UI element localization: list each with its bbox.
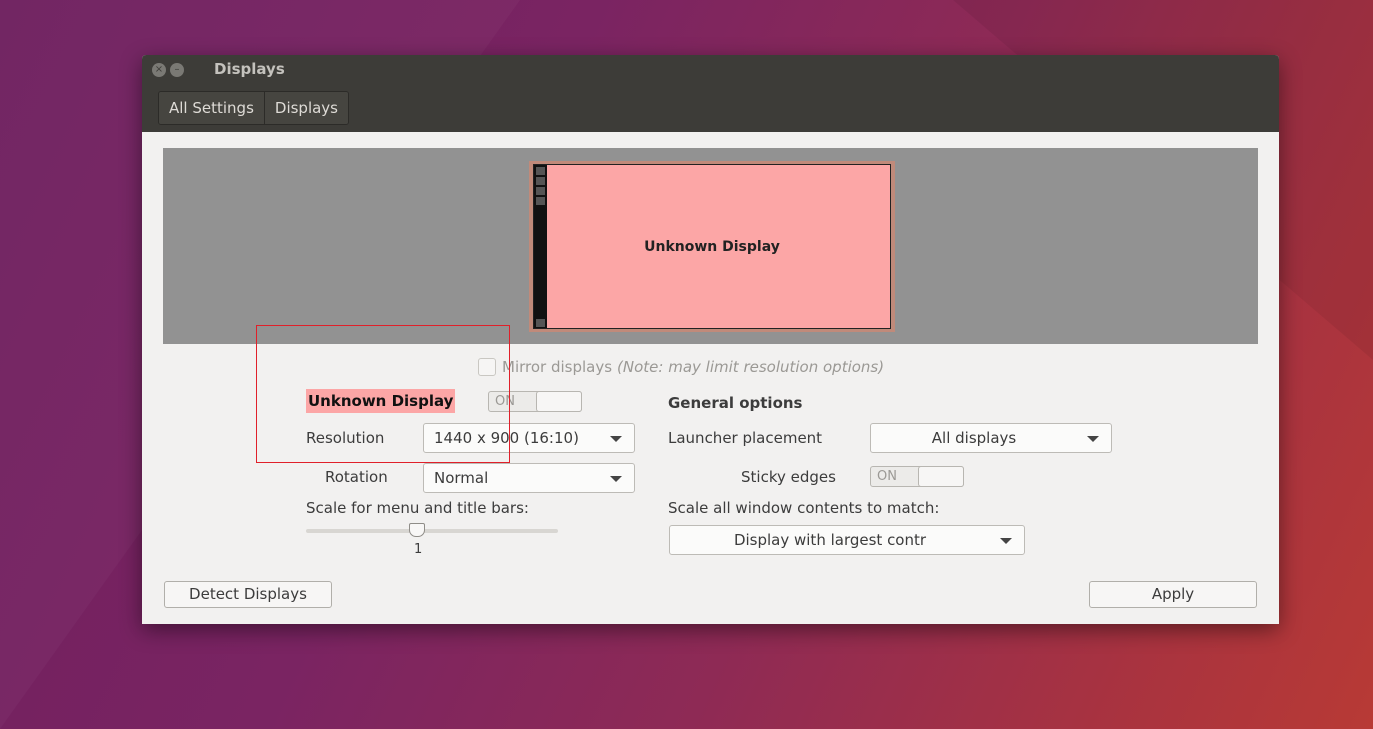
launcher-placement-value: All displays xyxy=(931,429,1017,447)
sticky-edges-toggle[interactable]: ON xyxy=(870,466,964,487)
monitor-screen: Unknown Display xyxy=(533,164,891,329)
rotation-label: Rotation xyxy=(325,468,388,486)
toggle-knob xyxy=(918,466,964,487)
launcher-placement-select[interactable]: All displays xyxy=(870,423,1112,453)
general-options-heading: General options xyxy=(668,394,803,412)
sticky-edges-label: Sticky edges xyxy=(741,468,836,486)
minimize-icon[interactable]: – xyxy=(170,63,184,77)
title-bar: × – Displays All Settings Displays xyxy=(142,55,1279,132)
mirror-displays-row: Mirror displays (Note: may limit resolut… xyxy=(478,358,884,376)
breadcrumb-all-settings[interactable]: All Settings xyxy=(159,92,264,124)
display-arrangement-area: Unknown Display xyxy=(163,148,1258,344)
chevron-down-icon xyxy=(1087,436,1099,442)
chevron-down-icon xyxy=(1000,538,1012,544)
toggle-label: ON xyxy=(877,469,897,484)
mirror-displays-label: Mirror displays xyxy=(502,358,613,376)
scale-all-label: Scale all window contents to match: xyxy=(668,499,940,517)
monitor-label: Unknown Display xyxy=(644,239,780,255)
scale-all-select[interactable]: Display with largest contr xyxy=(669,525,1025,555)
rotation-select[interactable]: Normal xyxy=(423,463,635,493)
scale-slider-value: 1 xyxy=(414,542,423,557)
window-title: Displays xyxy=(214,60,285,78)
chevron-down-icon xyxy=(610,436,622,442)
scale-slider-handle[interactable] xyxy=(409,523,425,537)
rotation-value: Normal xyxy=(434,469,489,487)
detect-displays-button[interactable]: Detect Displays xyxy=(164,581,332,608)
close-icon[interactable]: × xyxy=(152,63,166,77)
scale-menu-label: Scale for menu and title bars: xyxy=(306,499,529,517)
breadcrumb-displays[interactable]: Displays xyxy=(263,92,348,124)
scale-slider-track[interactable] xyxy=(306,529,558,533)
toggle-knob xyxy=(536,391,582,412)
chevron-down-icon xyxy=(610,476,622,482)
scale-all-value: Display with largest contr xyxy=(733,531,927,549)
launcher-placement-label: Launcher placement xyxy=(668,429,823,447)
breadcrumb: All Settings Displays xyxy=(158,91,349,125)
mirror-note: (Note: may limit resolution options) xyxy=(617,358,885,376)
annotation-box xyxy=(256,325,510,463)
monitor-preview[interactable]: Unknown Display xyxy=(529,161,895,332)
apply-button[interactable]: Apply xyxy=(1089,581,1257,608)
